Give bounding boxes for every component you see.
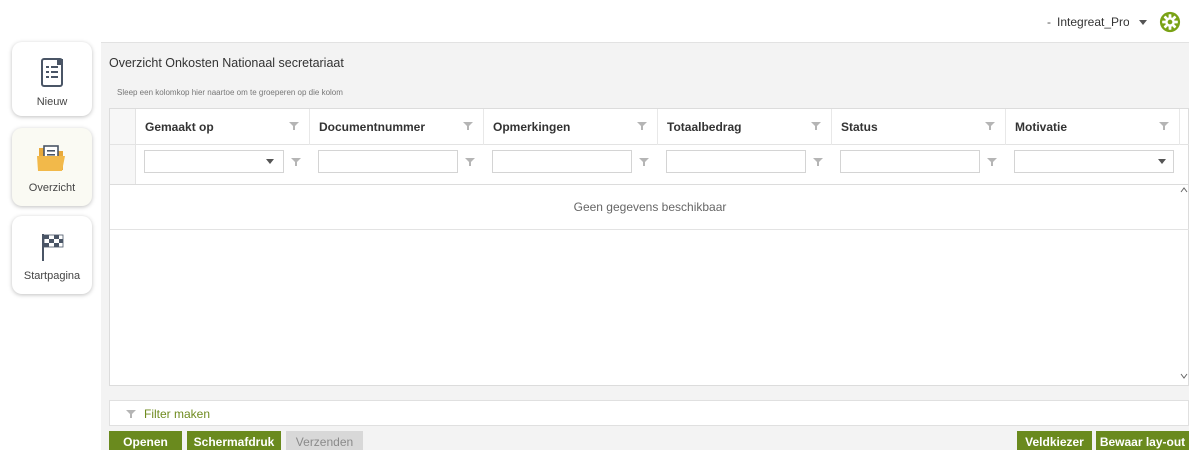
group-panel-hint[interactable]: Sleep een kolomkop hier naartoe om te gr… xyxy=(117,88,343,97)
filter-cell-gemaakt-op xyxy=(136,145,310,185)
column-header-motivatie[interactable]: Motivatie xyxy=(1006,109,1180,145)
create-filter-link[interactable]: Filter maken xyxy=(144,407,210,421)
top-bar: - Integreat_Proc xyxy=(0,0,1189,42)
checkered-flag-icon xyxy=(42,234,64,261)
nav-label: Startpagina xyxy=(23,270,81,282)
column-header-documentnummer[interactable]: Documentnummer xyxy=(310,109,484,145)
filter-icon[interactable] xyxy=(987,157,997,167)
grid-filter-row xyxy=(110,145,1189,185)
filter-icon[interactable] xyxy=(289,121,299,131)
scroll-up-icon[interactable] xyxy=(1180,185,1188,195)
column-header-status[interactable]: Status xyxy=(832,109,1006,145)
filter-icon[interactable] xyxy=(1159,121,1169,131)
empty-message: Geen gegevens beschikbaar xyxy=(110,185,1189,230)
nav-tile-nieuw[interactable]: Nieuw xyxy=(12,42,92,116)
filter-dropdown-gemaakt-op[interactable] xyxy=(144,150,284,173)
nav-tile-startpagina[interactable]: Startpagina xyxy=(12,216,92,294)
grid-header-row: Gemaakt op Documentnummer Opmerkingen To… xyxy=(110,109,1189,145)
filter-cell-motivatie xyxy=(1006,145,1180,185)
user-name[interactable]: Integreat_Proc xyxy=(1057,15,1129,29)
filter-input-status[interactable] xyxy=(840,150,980,173)
chevron-down-icon[interactable] xyxy=(1158,159,1166,164)
column-header-totaalbedrag[interactable]: Totaalbedrag xyxy=(658,109,832,145)
nav-label: Overzicht xyxy=(28,182,76,194)
filter-cell-totaalbedrag xyxy=(658,145,832,185)
filter-icon[interactable] xyxy=(463,121,473,131)
gear-icon[interactable] xyxy=(1159,11,1181,33)
filter-dropdown-motivatie[interactable] xyxy=(1014,150,1174,173)
filter-builder-bar[interactable]: Filter maken xyxy=(109,400,1189,426)
column-header-label: Totaalbedrag xyxy=(667,120,742,134)
filter-icon[interactable] xyxy=(639,157,649,167)
filter-icon[interactable] xyxy=(291,157,301,167)
column-header-label: Gemaakt op xyxy=(145,120,214,134)
open-button[interactable]: Openen xyxy=(109,431,182,450)
column-header-label: Opmerkingen xyxy=(493,120,571,134)
filter-cell-status xyxy=(832,145,1006,185)
document-list-icon xyxy=(41,58,63,87)
chevron-down-icon[interactable] xyxy=(1139,19,1147,25)
folder-icon xyxy=(37,145,65,171)
panel-title: Overzicht Onkosten Nationaal secretariaa… xyxy=(109,56,344,70)
overview-panel: Overzicht Onkosten Nationaal secretariaa… xyxy=(101,42,1189,450)
column-header-opmerkingen[interactable]: Opmerkingen xyxy=(484,109,658,145)
scroll-down-icon[interactable] xyxy=(1180,371,1188,381)
filter-input-documentnummer[interactable] xyxy=(318,150,458,173)
nav-tile-overzicht[interactable]: Overzicht xyxy=(12,128,92,206)
filter-cell-opmerkingen xyxy=(484,145,658,185)
chevron-down-icon[interactable] xyxy=(266,159,274,164)
column-header-label: Motivatie xyxy=(1015,120,1068,134)
column-header-label: Status xyxy=(841,120,878,134)
screenshot-button[interactable]: Schermafdruk xyxy=(187,431,281,450)
column-header-label: Documentnummer xyxy=(319,120,426,134)
save-layout-button[interactable]: Bewaar lay-out xyxy=(1096,431,1189,450)
filter-icon[interactable] xyxy=(813,157,823,167)
filter-input-opmerkingen[interactable] xyxy=(492,150,632,173)
filter-icon[interactable] xyxy=(811,121,821,131)
filter-icon[interactable] xyxy=(637,121,647,131)
user-menu[interactable]: - Integreat_Proc xyxy=(1047,10,1181,34)
filter-icon xyxy=(126,410,136,418)
send-button[interactable]: Verzenden xyxy=(286,431,363,450)
filter-input-totaalbedrag[interactable] xyxy=(666,150,806,173)
filter-icon[interactable] xyxy=(465,157,475,167)
column-header-gemaakt-op[interactable]: Gemaakt op xyxy=(136,109,310,145)
filter-icon[interactable] xyxy=(985,121,995,131)
user-separator: - xyxy=(1047,15,1051,29)
filter-cell-documentnummer xyxy=(310,145,484,185)
data-grid: Gemaakt op Documentnummer Opmerkingen To… xyxy=(109,108,1189,386)
nav-label: Nieuw xyxy=(36,96,68,108)
field-chooser-button[interactable]: Veldkiezer xyxy=(1017,431,1092,450)
